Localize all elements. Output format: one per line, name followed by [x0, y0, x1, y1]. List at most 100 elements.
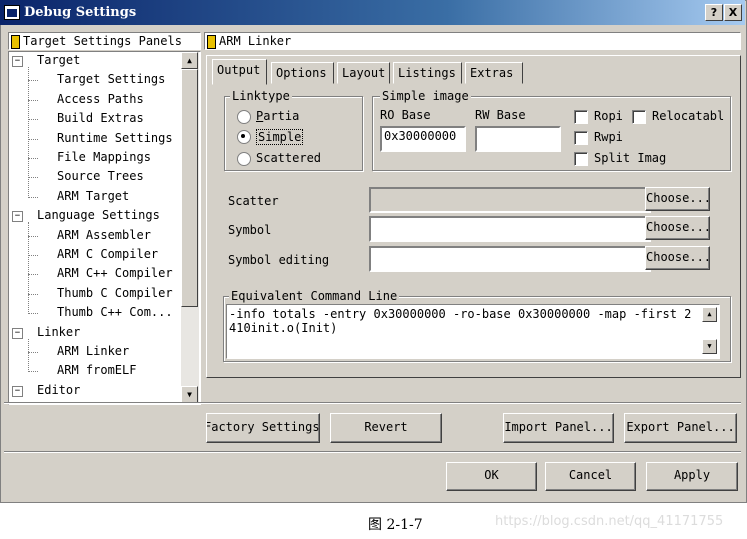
- tree-item[interactable]: ARM Linker: [57, 344, 129, 358]
- symbol-editing-choose-button[interactable]: Choose...: [645, 246, 710, 270]
- simple-image-label: Simple image: [380, 89, 471, 103]
- tree-item[interactable]: Target Settings: [57, 72, 165, 86]
- split-image-checkbox[interactable]: [574, 152, 588, 166]
- symbol-editing-label: Symbol editing: [228, 253, 330, 267]
- radio-simple-label[interactable]: Simple: [256, 129, 304, 145]
- expand-toggle[interactable]: −: [12, 385, 23, 397]
- scatter-label: Scatter: [228, 194, 279, 208]
- rwpi-label[interactable]: Rwpi: [594, 130, 623, 144]
- tree-item[interactable]: Build Extras: [57, 111, 144, 125]
- panel-header-label: ARM Linker: [219, 34, 292, 48]
- tree-connector: [28, 138, 38, 140]
- scatter-input: [369, 187, 651, 213]
- figure-caption: 图 2-1-7: [368, 517, 423, 533]
- expand-toggle[interactable]: −: [12, 327, 23, 339]
- tree-item[interactable]: Source Trees: [57, 169, 144, 183]
- command-line-textbox[interactable]: -info totals -entry 0x30000000 -ro-base …: [226, 304, 720, 359]
- command-scroll-up[interactable]: ▲: [702, 307, 717, 322]
- symbol-label: Symbol: [228, 223, 272, 237]
- tree-item[interactable]: Runtime Settings: [57, 131, 173, 145]
- export-panel-button[interactable]: Export Panel...: [624, 413, 737, 443]
- tree-item[interactable]: Access Paths: [57, 92, 144, 106]
- tree-connector: [28, 293, 38, 295]
- tree-item[interactable]: Thumb C++ Com...: [57, 305, 173, 319]
- tree-connector: [28, 222, 29, 315]
- command-line-text: -info totals -entry 0x30000000 -ro-base …: [229, 307, 692, 335]
- tree-connector: [28, 313, 38, 315]
- tree-connector: [28, 119, 38, 121]
- radio-scattered[interactable]: [237, 152, 251, 166]
- radio-partial-label[interactable]: Partia: [256, 109, 299, 123]
- scatter-choose-button[interactable]: Choose...: [645, 187, 710, 211]
- tree-group[interactable]: Language Settings: [37, 208, 160, 222]
- import-panel-button[interactable]: Import Panel...: [503, 413, 614, 443]
- tree-item[interactable]: ARM Assembler: [57, 228, 151, 242]
- relocatable-label[interactable]: Relocatabl: [652, 109, 724, 123]
- tree-connector: [28, 274, 38, 276]
- expand-toggle[interactable]: −: [12, 211, 23, 223]
- scroll-thumb[interactable]: [181, 69, 198, 307]
- split-image-label[interactable]: Split Imag: [594, 151, 666, 165]
- expand-toggle[interactable]: −: [12, 56, 23, 67]
- relocatable-checkbox[interactable]: [632, 110, 646, 124]
- tree-group[interactable]: Target: [37, 53, 80, 67]
- tab-layout[interactable]: Layout: [337, 62, 390, 84]
- symbol-input[interactable]: [369, 216, 651, 242]
- ok-button[interactable]: OK: [446, 462, 537, 491]
- tree-item[interactable]: Thumb C Compiler: [57, 286, 173, 300]
- tree-connector: [28, 371, 38, 373]
- rw-base-label: RW Base: [475, 108, 526, 122]
- radio-partial[interactable]: [237, 110, 251, 124]
- tree-connector: [28, 99, 38, 101]
- tree-item[interactable]: ARM C++ Compiler: [57, 266, 173, 280]
- tree-connector: [28, 158, 38, 159]
- tree-item[interactable]: ARM fromELF: [57, 363, 136, 377]
- app-icon: [4, 5, 20, 20]
- command-scroll-down[interactable]: ▼: [702, 339, 717, 354]
- rw-base-input[interactable]: [475, 126, 561, 152]
- radio-scattered-label[interactable]: Scattered: [256, 151, 321, 165]
- panel-header: ARM Linker: [204, 32, 741, 50]
- tree-connector: [28, 196, 38, 198]
- tree-group[interactable]: Editor: [37, 383, 80, 397]
- panel-icon: [207, 34, 216, 49]
- ro-base-input[interactable]: 0x30000000: [380, 126, 466, 152]
- tree-connector: [28, 255, 38, 256]
- scroll-up-button[interactable]: ▲: [181, 52, 198, 69]
- tree-connector: [28, 80, 38, 82]
- tree-connector: [28, 352, 38, 353]
- tree-scrollbar[interactable]: ▲ ▼: [181, 52, 199, 404]
- symbol-choose-button[interactable]: Choose...: [645, 216, 710, 240]
- ropi-label[interactable]: Ropi: [594, 109, 623, 123]
- revert-button[interactable]: Revert: [330, 413, 442, 443]
- tab-output[interactable]: Output: [212, 59, 267, 85]
- tree-panel-header: Target Settings Panels: [8, 32, 201, 50]
- tree-item[interactable]: File Mappings: [57, 150, 151, 164]
- tree-item[interactable]: ARM Target: [57, 189, 129, 203]
- ro-base-label: RO Base: [380, 108, 431, 122]
- help-button[interactable]: ?: [705, 4, 723, 21]
- settings-tree[interactable]: − Target Target Settings Access Paths Build …: [8, 51, 201, 405]
- panel-icon: [11, 34, 20, 49]
- separator: [4, 402, 741, 404]
- tree-connector: [28, 235, 38, 237]
- tree-group[interactable]: Linker: [37, 325, 80, 339]
- factory-settings-button[interactable]: Factory Settings: [206, 413, 320, 443]
- cancel-button[interactable]: Cancel: [545, 462, 636, 491]
- equivalent-command-label: Equivalent Command Line: [229, 289, 400, 303]
- tab-listings[interactable]: Listings: [393, 62, 462, 84]
- tree-connector: [28, 67, 29, 198]
- radio-simple[interactable]: [237, 130, 251, 144]
- tree-connector: [28, 338, 29, 373]
- tab-extras[interactable]: Extras: [465, 62, 523, 84]
- linktype-label: Linktype: [230, 89, 292, 103]
- apply-button[interactable]: Apply: [646, 462, 738, 491]
- tab-options[interactable]: Options: [271, 62, 334, 84]
- watermark: https://blog.csdn.net/qq_41171755: [495, 514, 724, 529]
- symbol-editing-input[interactable]: [369, 246, 651, 272]
- close-button[interactable]: X: [724, 4, 742, 21]
- scroll-down-button[interactable]: ▼: [181, 386, 198, 403]
- rwpi-checkbox[interactable]: [574, 131, 588, 145]
- ropi-checkbox[interactable]: [574, 110, 588, 124]
- tree-item[interactable]: ARM C Compiler: [57, 247, 158, 261]
